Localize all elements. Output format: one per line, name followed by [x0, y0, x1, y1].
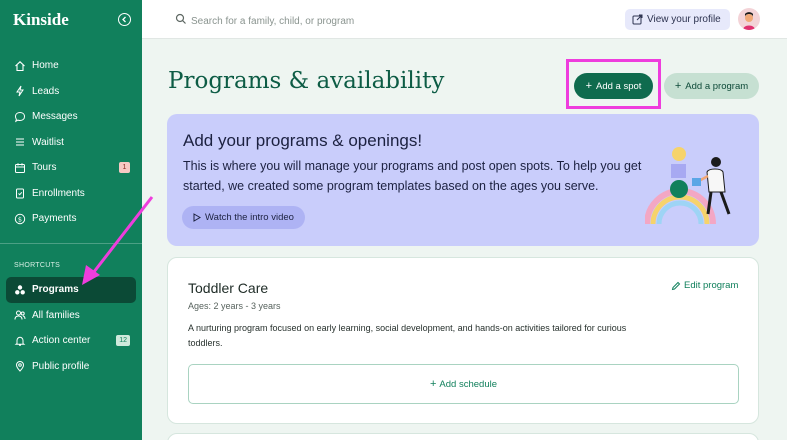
svg-text:$: $ [18, 215, 22, 223]
edit-program-link[interactable]: Edit program [671, 280, 738, 291]
list-icon [14, 136, 26, 148]
chat-icon [14, 111, 26, 123]
watch-intro-video-button[interactable]: Watch the intro video [182, 206, 305, 229]
dollar-icon: $ [14, 213, 26, 225]
bolt-icon [14, 85, 26, 97]
plus-icon: + [429, 378, 437, 390]
program-description: A nurturing program focused on early lea… [188, 323, 627, 348]
programs-icon [14, 284, 26, 296]
page-title: Programs & availability [168, 68, 445, 94]
plus-icon: + [585, 80, 592, 92]
collapse-sidebar-icon[interactable] [118, 13, 131, 26]
program-card [167, 433, 759, 440]
nav-item-home[interactable]: Home [6, 53, 136, 79]
brand-logo[interactable]: Kinside [13, 10, 69, 30]
nav-item-label: Home [32, 60, 59, 72]
search-bar[interactable]: Search for a family, child, or program [175, 12, 354, 30]
add-program-button[interactable]: + Add a program [664, 73, 759, 99]
add-spot-button[interactable]: + Add a spot [574, 73, 653, 99]
play-icon [193, 213, 202, 222]
watch-video-label: Watch the intro video [205, 212, 294, 223]
intro-text: This is where you will manage your progr… [183, 159, 642, 193]
view-profile-button[interactable]: View your profile [625, 9, 730, 30]
nav-item-label: Enrollments [32, 187, 85, 199]
nav-item-label: Messages [32, 111, 78, 123]
location-pin-icon [14, 360, 26, 372]
sidebar-item-action-center[interactable]: Action center 12 [6, 328, 136, 354]
edit-program-label: Edit program [684, 280, 739, 291]
action-center-count-badge: 12 [116, 335, 130, 346]
search-icon [175, 12, 187, 30]
external-link-icon [632, 14, 643, 25]
shortcuts-heading: SHORTCUTS [14, 262, 61, 269]
add-spot-label: Add a spot [596, 80, 642, 92]
nav-item-leads[interactable]: Leads [6, 79, 136, 105]
nav-item-label: Programs [32, 284, 79, 296]
sidebar-item-public-profile[interactable]: Public profile [6, 354, 136, 380]
calendar-icon [14, 162, 26, 174]
plus-icon: + [674, 80, 682, 92]
intro-card: Add your programs & openings! This is wh… [167, 114, 759, 246]
pencil-icon [671, 281, 681, 291]
nav-item-label: Leads [32, 85, 60, 97]
nav-item-label: Waitlist [32, 136, 64, 148]
nav-item-label: Payments [32, 213, 77, 225]
add-program-label: Add a program [685, 80, 749, 92]
program-name: Toddler Care [188, 280, 269, 296]
nav-item-label: Tours [32, 162, 57, 174]
annotation-arrow-icon [82, 196, 154, 285]
nav-item-tours[interactable]: Tours 1 [6, 155, 136, 181]
nav-item-label: All families [32, 309, 80, 321]
shortcuts-nav: Programs All families Action center 12 P… [6, 277, 136, 379]
program-card: Toddler Care Ages: 2 years - 3 years A n… [167, 257, 759, 424]
add-schedule-label: Add schedule [439, 378, 497, 390]
intro-illustration-icon [645, 147, 731, 224]
add-schedule-button[interactable]: + Add schedule [188, 364, 739, 404]
nav-item-label: Action center [32, 335, 91, 347]
intro-title: Add your programs & openings! [183, 131, 423, 150]
nav-item-label: Public profile [32, 360, 90, 372]
top-bar: Search for a family, child, or program V… [142, 0, 787, 39]
clipboard-icon [14, 187, 26, 199]
bell-icon [14, 335, 26, 347]
nav-item-waitlist[interactable]: Waitlist [6, 130, 136, 156]
program-ages: Ages: 2 years - 3 years [188, 301, 281, 311]
avatar[interactable] [738, 8, 760, 30]
families-icon [14, 309, 26, 321]
tours-count-badge: 1 [119, 162, 130, 173]
home-icon [14, 60, 26, 72]
search-input[interactable]: Search for a family, child, or program [191, 16, 354, 27]
nav-item-messages[interactable]: Messages [6, 104, 136, 130]
sidebar-item-all-families[interactable]: All families [6, 303, 136, 329]
view-profile-label: View your profile [647, 14, 721, 25]
